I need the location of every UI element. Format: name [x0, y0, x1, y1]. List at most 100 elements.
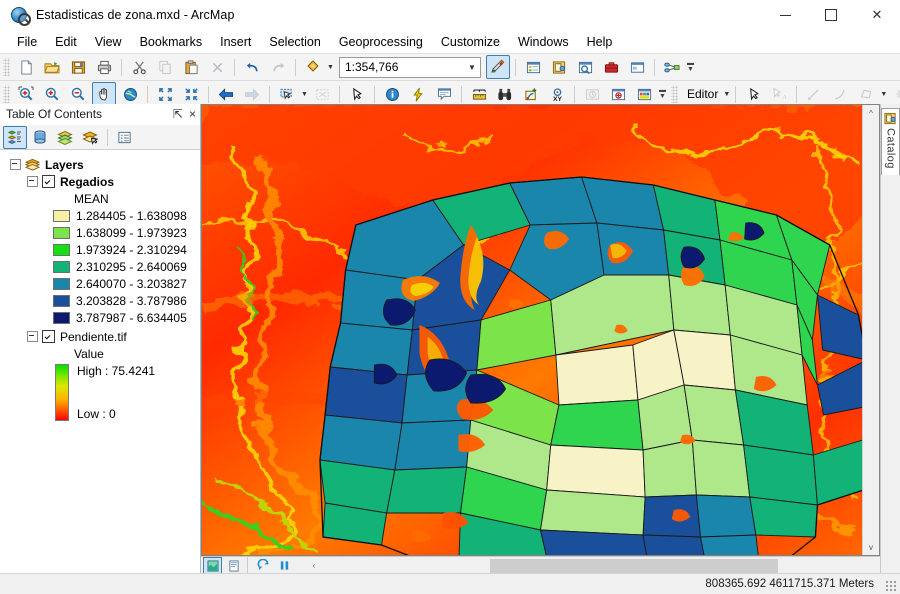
map-canvas[interactable]	[202, 105, 879, 555]
python-window-icon[interactable]	[625, 55, 649, 79]
zoom-in-center-icon[interactable]	[153, 82, 177, 106]
menu-view[interactable]: View	[86, 32, 131, 52]
new-document-icon[interactable]	[14, 55, 38, 79]
find-binoculars-icon[interactable]	[493, 82, 517, 106]
legend-class-row[interactable]: 3.787987 - 6.634405	[0, 309, 200, 326]
menu-insert[interactable]: Insert	[211, 32, 260, 52]
identify-info-icon[interactable]	[380, 82, 404, 106]
expander-icon[interactable]	[10, 159, 21, 170]
edit-annotation-icon[interactable]: A	[767, 82, 791, 106]
toc-layer-regadios[interactable]: Regadios	[0, 173, 200, 190]
scroll-down-button[interactable]: v	[863, 539, 879, 555]
select-elements-arrow-icon[interactable]	[345, 82, 369, 106]
select-features-icon[interactable]	[275, 82, 299, 106]
menu-selection[interactable]: Selection	[260, 32, 329, 52]
pan-hand-icon[interactable]	[92, 82, 116, 106]
editor-menu-dropdown[interactable]: ▼	[722, 83, 731, 105]
html-popup-icon[interactable]	[432, 82, 456, 106]
list-by-drawing-order-icon[interactable]	[3, 126, 27, 149]
menu-help[interactable]: Help	[578, 32, 622, 52]
model-builder-icon[interactable]	[660, 55, 684, 79]
zoom-out-icon[interactable]	[66, 82, 90, 106]
undo-arrow-icon[interactable]	[240, 55, 264, 79]
close-button[interactable]: ✕	[854, 0, 900, 30]
search-window-icon[interactable]	[573, 55, 597, 79]
minimize-button[interactable]	[762, 0, 808, 30]
pin-icon[interactable]: ⇱	[173, 108, 183, 120]
add-data-icon[interactable]	[301, 55, 325, 79]
options-icon[interactable]	[112, 126, 136, 149]
trace-icon[interactable]	[854, 82, 878, 106]
list-by-visibility-icon[interactable]	[53, 126, 77, 149]
zoom-in-rect-icon[interactable]	[14, 82, 38, 106]
catalog-window-icon[interactable]	[547, 55, 571, 79]
toolbar-overflow-button[interactable]: ▬▼	[685, 56, 696, 78]
cut-scissors-icon[interactable]	[127, 55, 151, 79]
redo-arrow-icon[interactable]	[266, 55, 290, 79]
pause-drawing-button[interactable]	[275, 557, 294, 574]
catalog-tab[interactable]: Catalog	[881, 108, 900, 175]
maximize-button[interactable]	[808, 0, 854, 30]
legend-class-row[interactable]: 1.973924 - 2.310294	[0, 241, 200, 258]
paste-icon[interactable]	[179, 55, 203, 79]
back-extent-arrow-icon[interactable]	[214, 82, 238, 106]
toolbar-overflow-button[interactable]: ▬▼	[657, 83, 668, 105]
data-view-button[interactable]	[203, 557, 222, 574]
end-point-arc-icon[interactable]	[828, 82, 852, 106]
delete-x-icon[interactable]	[205, 55, 229, 79]
toolbar-grip[interactable]	[3, 85, 10, 103]
layer-visibility-checkbox[interactable]	[42, 175, 55, 188]
map-vertical-scrollbar[interactable]: ^ v	[862, 105, 879, 555]
trace-dropdown[interactable]: ▼	[879, 83, 888, 105]
map-horizontal-scrollbar[interactable]	[324, 559, 878, 573]
point-tool-icon[interactable]	[889, 82, 900, 106]
editor-toolbar-icon[interactable]	[486, 55, 510, 79]
menu-bookmarks[interactable]: Bookmarks	[131, 32, 212, 52]
zoom-out-center-icon[interactable]	[179, 82, 203, 106]
legend-class-row[interactable]: 1.638099 - 1.973923	[0, 224, 200, 241]
go-to-xy-icon[interactable]: XY	[545, 82, 569, 106]
toc-layer-pendiente[interactable]: Pendiente.tif	[0, 328, 200, 345]
expander-icon[interactable]	[27, 331, 38, 342]
legend-class-row[interactable]: 1.284405 - 1.638098	[0, 207, 200, 224]
menu-file[interactable]: File	[8, 32, 46, 52]
create-viewer-window-icon[interactable]	[606, 82, 630, 106]
print-icon[interactable]	[92, 55, 116, 79]
editor-toolbar-grip[interactable]	[671, 85, 678, 103]
resize-grip-icon[interactable]	[885, 580, 897, 592]
map-scale-input[interactable]	[340, 59, 464, 75]
menu-customize[interactable]: Customize	[432, 32, 509, 52]
time-slider-icon[interactable]	[580, 82, 604, 106]
add-data-dropdown[interactable]: ▼	[326, 56, 335, 78]
layout-view-button[interactable]	[224, 557, 243, 574]
map-graphic[interactable]	[202, 105, 879, 555]
table-of-contents-icon[interactable]	[521, 55, 545, 79]
legend-class-row[interactable]: 3.203828 - 3.787986	[0, 292, 200, 309]
list-by-source-icon[interactable]	[28, 126, 52, 149]
scroll-up-button[interactable]: ^	[863, 105, 879, 121]
measure-icon[interactable]	[467, 82, 491, 106]
map-scale-combo[interactable]: ▼	[339, 57, 481, 78]
chevron-down-icon[interactable]: ▼	[464, 59, 480, 76]
forward-extent-arrow-icon[interactable]	[240, 82, 264, 106]
menu-edit[interactable]: Edit	[46, 32, 86, 52]
map-overview-icon[interactable]	[632, 82, 656, 106]
toolbar-grip[interactable]	[3, 58, 10, 76]
full-extent-globe-icon[interactable]	[118, 82, 142, 106]
refresh-view-button[interactable]	[254, 557, 273, 574]
legend-class-row[interactable]: 2.640070 - 3.203827	[0, 275, 200, 292]
hyperlink-lightning-icon[interactable]	[406, 82, 430, 106]
arctoolbox-icon[interactable]	[599, 55, 623, 79]
scrollbar-thumb[interactable]	[490, 559, 778, 573]
save-icon[interactable]	[66, 55, 90, 79]
menu-geoprocessing[interactable]: Geoprocessing	[330, 32, 432, 52]
find-route-icon[interactable]	[519, 82, 543, 106]
zoom-in-icon[interactable]	[40, 82, 64, 106]
open-folder-icon[interactable]	[40, 55, 64, 79]
close-icon[interactable]: ×	[189, 108, 196, 120]
scroll-left-button[interactable]: ‹	[306, 558, 322, 574]
list-by-selection-icon[interactable]	[78, 126, 102, 149]
select-features-dropdown[interactable]: ▼	[300, 83, 309, 105]
clear-selection-icon[interactable]	[310, 82, 334, 106]
menu-windows[interactable]: Windows	[509, 32, 578, 52]
